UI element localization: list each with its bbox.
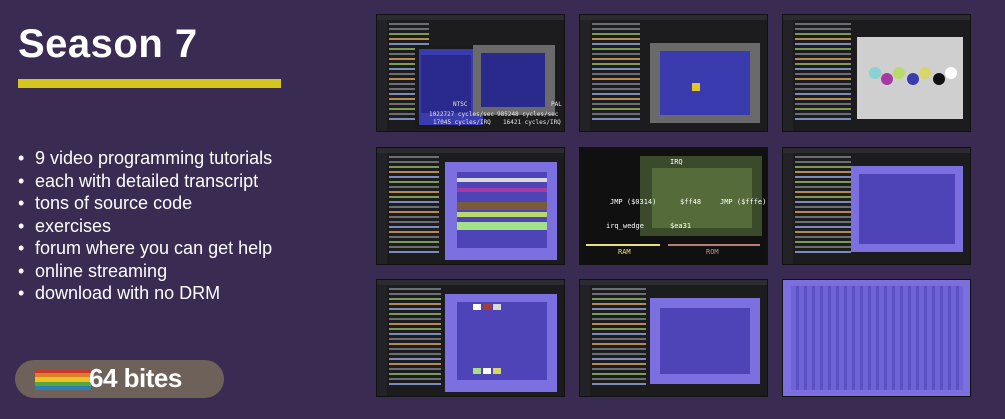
pal-irq: 16421 cycles/IRQ bbox=[503, 119, 561, 126]
pal-cycles: 985248 cycles/sec bbox=[497, 111, 559, 118]
ntsc-label: NTSC bbox=[453, 101, 468, 108]
feature-item: tons of source code bbox=[16, 192, 272, 215]
ea31-label: $ea31 bbox=[670, 222, 692, 230]
stripe bbox=[35, 385, 91, 391]
thumbnail-9 bbox=[782, 279, 971, 397]
thumbnail-6 bbox=[782, 147, 971, 265]
thumbnail-7 bbox=[376, 279, 565, 397]
feature-item: forum where you can get help bbox=[16, 237, 272, 260]
feature-item: 9 video programming tutorials bbox=[16, 147, 272, 170]
irq-wedge-label: irq_wedge bbox=[606, 222, 644, 230]
thumbnail-1: NTSC PAL 1022727 cycles/sec 17045 cycles… bbox=[376, 14, 565, 132]
ntsc-irq: 17045 cycles/IRQ bbox=[433, 119, 491, 126]
rom-label: ROM bbox=[706, 248, 719, 256]
feature-item: online streaming bbox=[16, 260, 272, 283]
feature-item: download with no DRM bbox=[16, 282, 272, 305]
feature-list: 9 video programming tutorials each with … bbox=[16, 147, 272, 305]
feature-item: each with detailed transcript bbox=[16, 170, 272, 193]
ntsc-cycles: 1022727 cycles/sec bbox=[429, 111, 495, 118]
jmp-0314-label: JMP ($0314) bbox=[610, 198, 657, 206]
thumbnail-3 bbox=[782, 14, 971, 132]
pal-label: PAL bbox=[551, 101, 562, 108]
ff48-label: $ff48 bbox=[680, 198, 702, 206]
title-underline bbox=[18, 79, 281, 88]
rainbow-stripes-icon bbox=[35, 369, 91, 391]
logo-text: 64 bites bbox=[89, 363, 182, 393]
thumbnail-5-irq-diagram: IRQ JMP ($0314) $ff48 JMP ($fffe) irq_we… bbox=[579, 147, 768, 265]
ram-label: RAM bbox=[618, 248, 631, 256]
thumbnail-4 bbox=[376, 147, 565, 265]
page-title: Season 7 bbox=[18, 22, 198, 66]
feature-item: exercises bbox=[16, 215, 272, 238]
jmp-fffe-label: JMP ($fffe) bbox=[720, 198, 767, 206]
thumbnail-2 bbox=[579, 14, 768, 132]
irq-label: IRQ bbox=[670, 158, 683, 166]
64bites-logo: 64 bites bbox=[15, 360, 224, 398]
thumbnail-8 bbox=[579, 279, 768, 397]
